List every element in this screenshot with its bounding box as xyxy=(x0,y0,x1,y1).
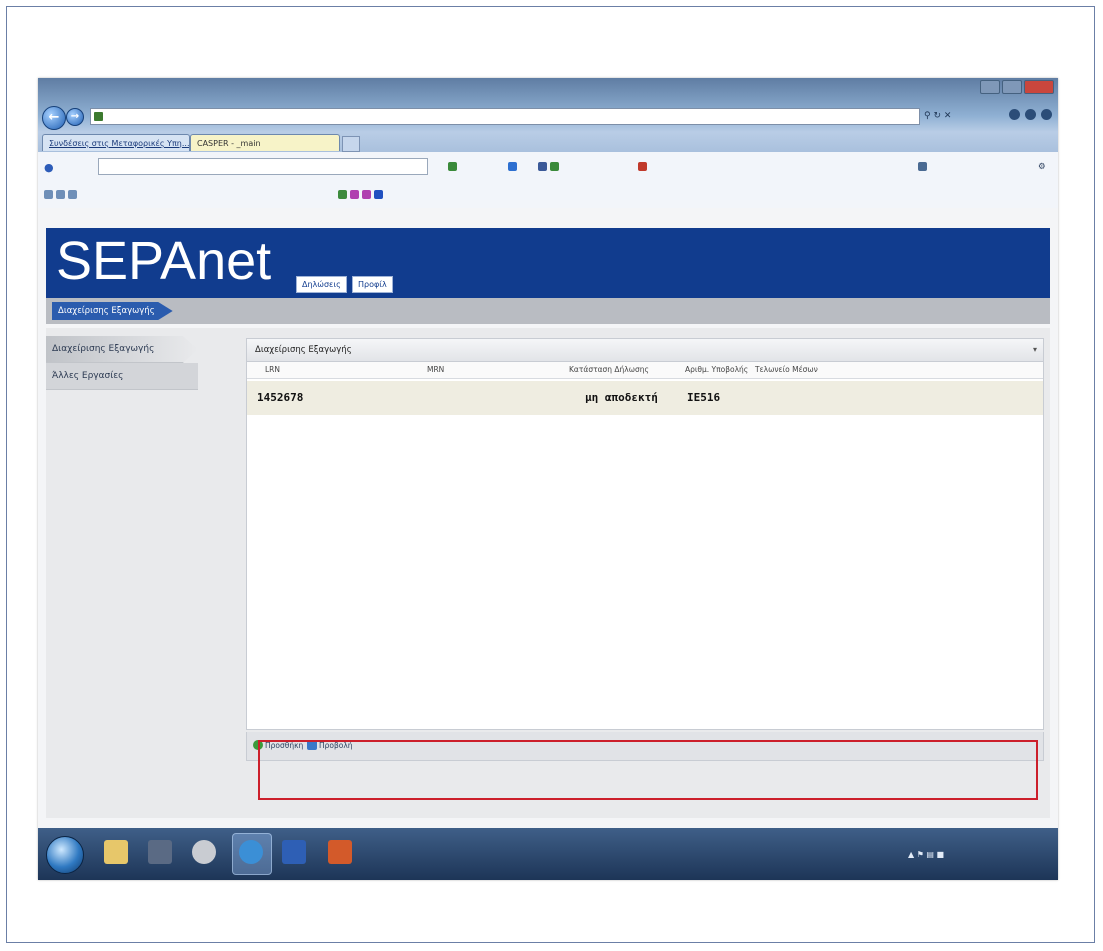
declarations-button[interactable]: Δηλώσεις xyxy=(296,276,347,293)
wrench-icon[interactable]: ⚙ xyxy=(1038,162,1046,172)
column-header[interactable]: Κατάσταση Δήλωσης xyxy=(569,365,649,374)
window-controls xyxy=(980,80,1054,94)
google-toolbar: ● ⚙ xyxy=(38,152,1058,183)
address-tools: ⚲ ↻ ✕ xyxy=(924,108,951,125)
add-icon xyxy=(253,740,263,750)
maximize-button[interactable] xyxy=(1002,80,1022,94)
site-banner: SEPAnet Δηλώσεις Προφίλ xyxy=(46,228,1050,298)
favorites-color-icons[interactable] xyxy=(338,190,386,201)
collapse-icon[interactable]: ▾ xyxy=(1033,339,1037,361)
favorites-toolbar-icons[interactable] xyxy=(44,190,80,201)
search-icon[interactable]: ⚲ xyxy=(924,111,931,121)
side-menu: Διαχείρισης Εξαγωγής Άλλες Εργασίες xyxy=(46,336,198,390)
panel-title: Διαχείρισης Εξαγωγής xyxy=(255,345,352,355)
view-button[interactable]: Προβολή xyxy=(307,740,353,750)
content-area: Διαχείρισης Εξαγωγής Άλλες Εργασίες Διαχ… xyxy=(46,328,1050,818)
start-button[interactable] xyxy=(46,836,84,874)
table-header: LRN MRN Κατάσταση Δήλωσης Αριθμ. Υποβολή… xyxy=(247,362,1043,379)
facebook-icon[interactable] xyxy=(538,162,562,173)
refresh-icon[interactable]: ↻ xyxy=(933,111,941,121)
search-tool-icon[interactable] xyxy=(448,162,460,173)
media-player-icon[interactable] xyxy=(148,840,172,864)
favorites-bar xyxy=(38,182,1058,209)
profile-button[interactable]: Προφίλ xyxy=(352,276,393,293)
site-logo: SEPAnet xyxy=(56,231,272,291)
favorites-icon[interactable] xyxy=(1025,109,1036,120)
tab-row: Συνδέσεις στις Μεταφορικές Υπη... CASPER… xyxy=(38,132,1058,152)
column-header[interactable]: LRN xyxy=(265,365,280,374)
tab-casper[interactable]: CASPER - _main xyxy=(190,134,340,151)
table-row[interactable]: 1452678 μη αποδεκτή IE516 xyxy=(247,381,1043,415)
new-tab-button[interactable] xyxy=(342,136,360,152)
explorer-icon[interactable] xyxy=(104,840,128,864)
user-icon[interactable] xyxy=(918,162,930,173)
browser-titlebar: ← → ⚲ ↻ ✕ xyxy=(38,78,1058,132)
google-logo-icon: ● xyxy=(44,161,54,174)
close-button[interactable] xyxy=(1024,80,1054,94)
pdf-icon[interactable] xyxy=(638,162,650,173)
cell-submission: IE516 xyxy=(687,391,721,404)
breadcrumb-bar: Διαχείρισης Εξαγωγής xyxy=(46,298,1050,324)
panel-header: Διαχείρισης Εξαγωγής ▾ xyxy=(247,339,1043,362)
tray-icons[interactable]: ▲ ⚑ ▤ ■ xyxy=(908,850,944,859)
chrome-icon[interactable] xyxy=(192,840,216,864)
column-header[interactable]: Αριθμ. Υποβολής xyxy=(685,365,748,374)
home-icon[interactable] xyxy=(1009,109,1020,120)
toolbar-icon[interactable] xyxy=(508,162,520,173)
view-icon xyxy=(307,740,317,750)
screenshot: ← → ⚲ ↻ ✕ Συνδέσεις στις Μεταφορικές Υπη… xyxy=(38,78,1058,880)
page-icon xyxy=(94,112,103,121)
column-header[interactable]: Τελωνείο Μέσων xyxy=(755,365,818,374)
panel-footer: Προσθήκη Προβολή xyxy=(246,732,1044,761)
minimize-button[interactable] xyxy=(980,80,1000,94)
gear-icon[interactable] xyxy=(1041,109,1052,120)
sidebar-item-other-tasks[interactable]: Άλλες Εργασίες xyxy=(46,363,198,390)
cell-status: μη αποδεκτή xyxy=(585,391,658,404)
address-bar[interactable] xyxy=(90,108,920,125)
web-page: SEPAnet Δηλώσεις Προφίλ Διαχείρισης Εξαγ… xyxy=(38,208,1058,828)
cell-lrn: 1452678 xyxy=(257,391,304,404)
browser-icons xyxy=(1009,109,1052,120)
export-panel: Διαχείρισης Εξαγωγής ▾ LRN MRN Κατάσταση… xyxy=(246,338,1044,730)
stop-icon[interactable]: ✕ xyxy=(944,111,952,121)
breadcrumb[interactable]: Διαχείρισης Εξαγωγής xyxy=(52,302,173,320)
forward-icon[interactable]: → xyxy=(66,108,84,126)
taskbar: ▲ ⚑ ▤ ■ xyxy=(38,828,1058,880)
add-button[interactable]: Προσθήκη xyxy=(253,740,303,750)
google-search-input[interactable] xyxy=(98,158,428,175)
tab-connections[interactable]: Συνδέσεις στις Μεταφορικές Υπη... xyxy=(42,134,190,151)
column-header[interactable]: MRN xyxy=(427,365,444,374)
word-icon[interactable] xyxy=(282,840,306,864)
sidebar-item-export-management[interactable]: Διαχείρισης Εξαγωγής xyxy=(46,336,198,363)
powerpoint-icon[interactable] xyxy=(328,840,352,864)
back-icon[interactable]: ← xyxy=(42,106,66,130)
internet-explorer-icon[interactable] xyxy=(239,840,263,864)
